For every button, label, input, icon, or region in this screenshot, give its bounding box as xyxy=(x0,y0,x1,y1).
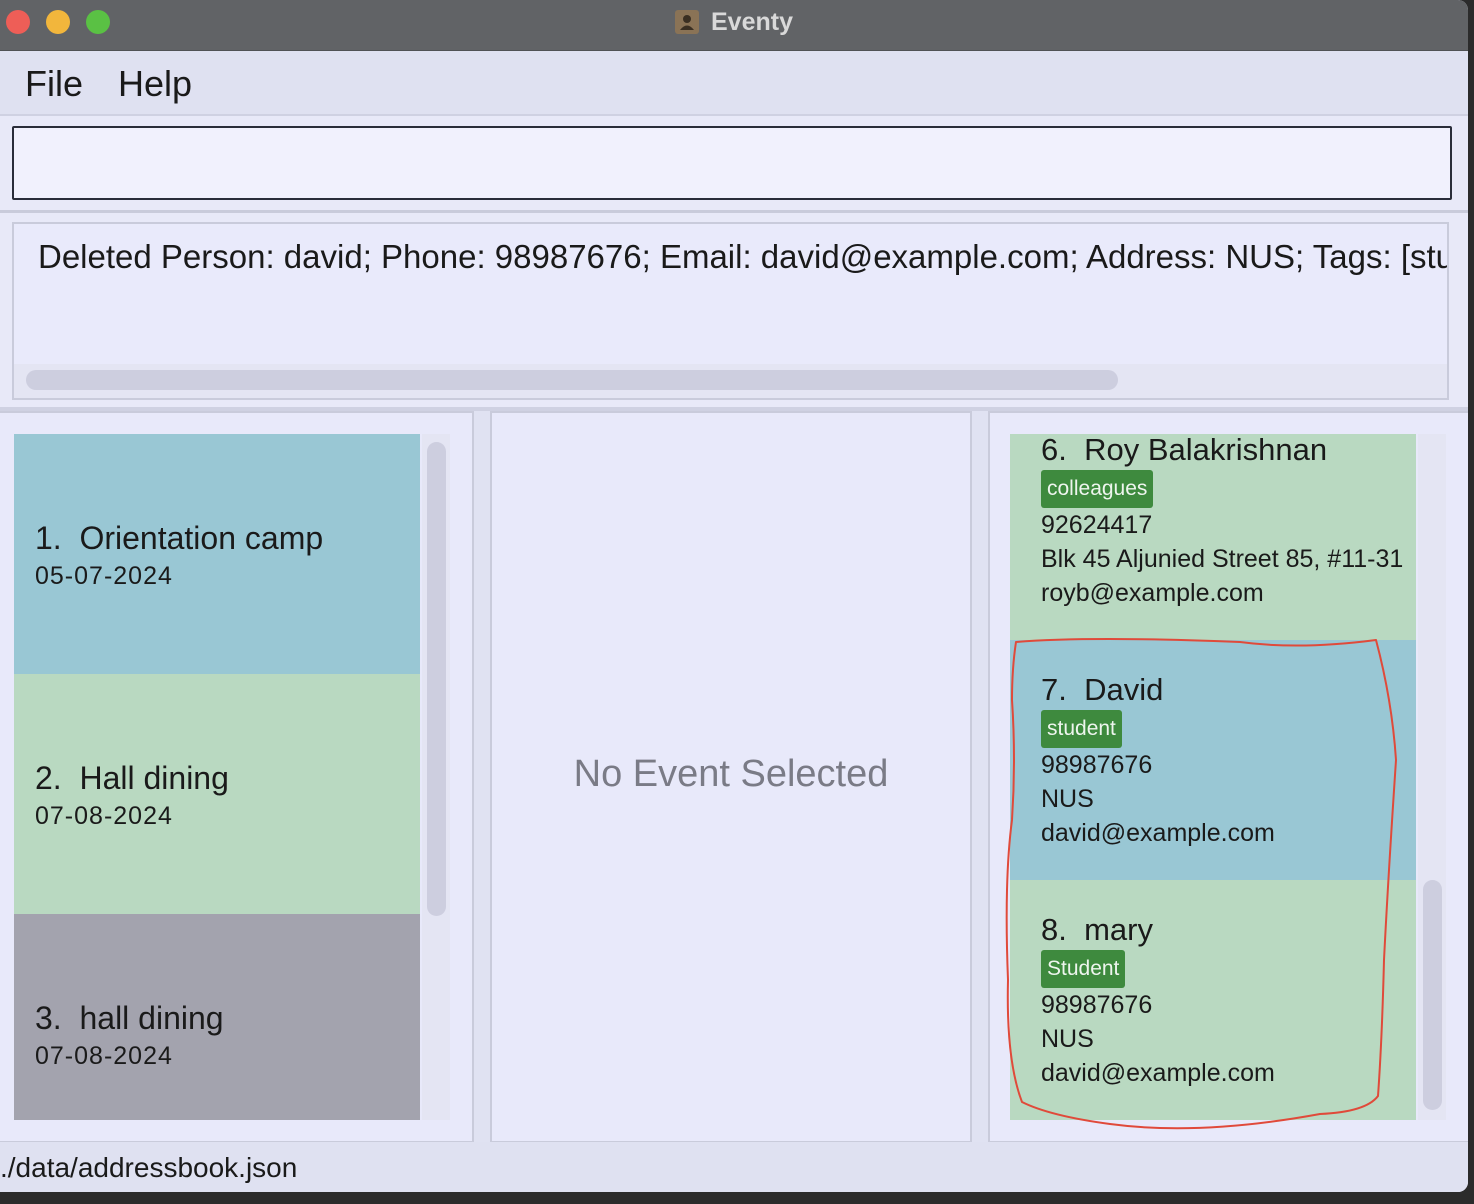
result-area: Deleted Person: david; Phone: 98987676; … xyxy=(0,213,1468,411)
command-input[interactable] xyxy=(12,126,1452,200)
person-address: Blk 45 Aljunied Street 85, #11-31 xyxy=(1041,545,1404,573)
person-email: royb@example.com xyxy=(1041,579,1264,607)
person-phone: 98987676 xyxy=(1041,751,1153,779)
menu-file[interactable]: File xyxy=(25,63,83,105)
person-tag: student xyxy=(1041,710,1122,748)
person-list-panel: 6. Roy Balakrishnan colleagues 92624417 … xyxy=(988,411,1468,1143)
menu-bar: File Help xyxy=(0,51,1468,116)
window-title: Eventy xyxy=(711,7,793,36)
event-detail-panel: No Event Selected xyxy=(490,411,972,1143)
person-phone: 92624417 xyxy=(1041,511,1153,539)
person-address: NUS xyxy=(1041,1025,1094,1053)
event-card[interactable]: 1. Orientation camp 05-07-2024 xyxy=(14,434,420,674)
event-title: 1. Orientation camp xyxy=(35,520,324,556)
event-list-scrollbar-thumb[interactable] xyxy=(427,442,446,916)
person-name: 8. mary xyxy=(1041,912,1153,947)
person-name: 6. Roy Balakrishnan xyxy=(1041,432,1328,467)
title-bar: Eventy xyxy=(0,0,1468,51)
data-file-path: ./data/addressbook.json xyxy=(0,1152,298,1183)
person-card[interactable]: 8. mary Student 98987676 NUS david@examp… xyxy=(1010,880,1416,1120)
event-title: 3. hall dining xyxy=(35,1000,224,1036)
event-date: 07-08-2024 xyxy=(35,802,173,830)
person-tag: colleagues xyxy=(1041,470,1154,508)
result-scrollbar[interactable] xyxy=(14,364,1447,398)
person-app-icon xyxy=(675,10,699,34)
event-title: 2. Hall dining xyxy=(35,760,229,796)
result-display[interactable]: Deleted Person: david; Phone: 98987676; … xyxy=(12,222,1449,400)
event-card[interactable]: 2. Hall dining 07-08-2024 xyxy=(14,674,420,914)
event-list-panel: 1. Orientation camp 05-07-2024 2. Hall d… xyxy=(0,411,474,1143)
command-area xyxy=(0,116,1468,213)
person-tag: Student xyxy=(1041,950,1126,988)
person-email: david@example.com xyxy=(1041,1059,1275,1087)
person-address: NUS xyxy=(1041,785,1094,813)
result-message: Deleted Person: david; Phone: 98987676; … xyxy=(38,238,1449,275)
no-event-selected-label: No Event Selected xyxy=(573,753,889,795)
event-date: 07-08-2024 xyxy=(35,1042,173,1070)
person-phone: 98987676 xyxy=(1041,991,1153,1019)
event-card[interactable]: 3. hall dining 07-08-2024 xyxy=(14,914,420,1120)
person-list-scrollbar[interactable] xyxy=(1418,434,1446,1120)
person-list-scrollbar-thumb[interactable] xyxy=(1423,880,1442,1110)
event-date: 05-07-2024 xyxy=(35,562,173,590)
person-email: david@example.com xyxy=(1041,819,1275,847)
result-scrollbar-thumb[interactable] xyxy=(26,370,1118,390)
menu-help[interactable]: Help xyxy=(118,63,192,105)
status-bar: ./data/addressbook.json xyxy=(0,1142,1468,1192)
person-name: 7. David xyxy=(1041,672,1164,707)
event-list-scrollbar[interactable] xyxy=(422,434,450,1120)
app-window: Eventy File Help Deleted Person: david; … xyxy=(0,0,1468,1192)
person-card[interactable]: 7. David student 98987676 NUS david@exam… xyxy=(1010,640,1416,880)
person-card[interactable]: 6. Roy Balakrishnan colleagues 92624417 … xyxy=(1010,432,1416,640)
